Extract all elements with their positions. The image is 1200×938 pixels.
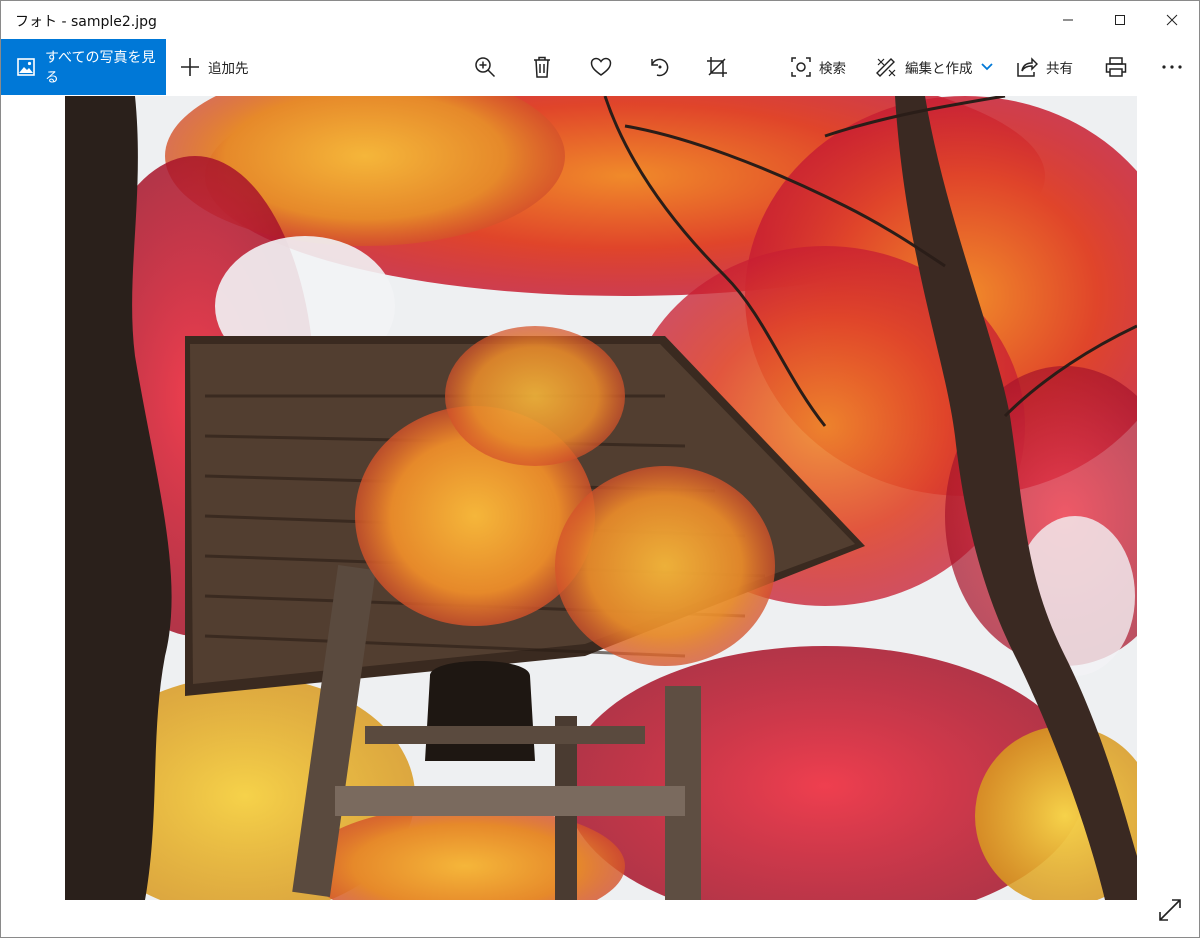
add-to-label: 追加先: [208, 61, 249, 77]
more-icon: [1161, 64, 1183, 70]
all-photos-button[interactable]: すべての写真を見る: [1, 39, 166, 95]
zoom-in-icon: [474, 56, 496, 78]
rotate-button[interactable]: [648, 39, 670, 95]
search-button[interactable]: 検索: [791, 39, 846, 95]
trash-icon: [532, 56, 552, 78]
title-bar: フォト - sample2.jpg: [1, 1, 1199, 39]
close-icon: [1166, 14, 1178, 26]
visual-search-icon: [791, 57, 811, 77]
share-button[interactable]: 共有: [1016, 39, 1073, 95]
maximize-button[interactable]: [1097, 1, 1143, 39]
edit-create-label: 編集と作成: [905, 61, 973, 77]
close-button[interactable]: [1149, 1, 1195, 39]
rotate-icon: [648, 56, 670, 78]
maximize-icon: [1115, 15, 1125, 25]
share-icon: [1016, 57, 1039, 77]
window-title: フォト - sample2.jpg: [15, 14, 157, 30]
favorite-button[interactable]: [590, 39, 612, 95]
print-button[interactable]: [1105, 39, 1127, 95]
photos-app-window: フォト - sample2.jpg すべての写真を見る 追加先 検索 編集と作成…: [0, 0, 1200, 938]
crop-button[interactable]: [706, 39, 728, 95]
edit-create-icon: [875, 56, 897, 78]
autumn-temple-photo: [65, 96, 1137, 900]
expand-icon: [1159, 899, 1181, 921]
heart-icon: [590, 57, 612, 77]
add-to-button[interactable]: 追加先: [180, 39, 249, 95]
fullscreen-button[interactable]: [1157, 897, 1183, 923]
zoom-button[interactable]: [474, 39, 496, 95]
more-button[interactable]: [1161, 39, 1183, 95]
photo-viewer-image[interactable]: [65, 96, 1137, 900]
print-icon: [1105, 57, 1127, 77]
image-icon: [17, 58, 35, 76]
crop-icon: [706, 56, 728, 78]
plus-icon: [180, 57, 200, 77]
edit-create-button[interactable]: 編集と作成: [875, 39, 993, 95]
minimize-button[interactable]: [1045, 1, 1091, 39]
search-label: 検索: [819, 61, 846, 77]
toolbar: すべての写真を見る 追加先 検索 編集と作成 共有: [1, 39, 1199, 95]
delete-button[interactable]: [532, 39, 552, 95]
chevron-down-icon: [980, 63, 993, 71]
share-label: 共有: [1046, 61, 1073, 77]
all-photos-label: すべての写真を見る: [45, 50, 156, 86]
minimize-icon: [1063, 19, 1073, 21]
